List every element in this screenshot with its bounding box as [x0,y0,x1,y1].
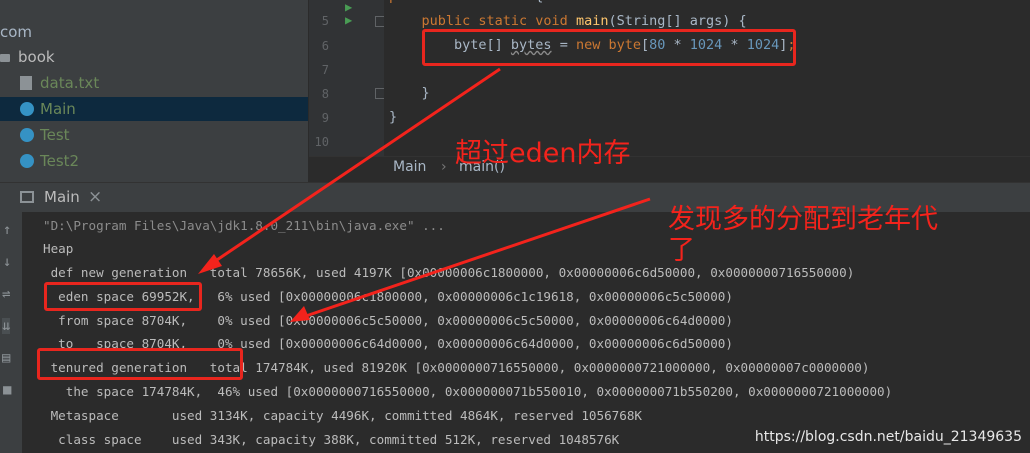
annotation-old-gen-line2: 了 [668,235,695,266]
annotation-old-gen-line1: 发现多的分配到老年代 [668,204,938,235]
annotation-exceed-eden: 超过eden内存 [455,138,631,169]
watermark: https://blog.csdn.net/baidu_21349635 [754,429,1022,445]
